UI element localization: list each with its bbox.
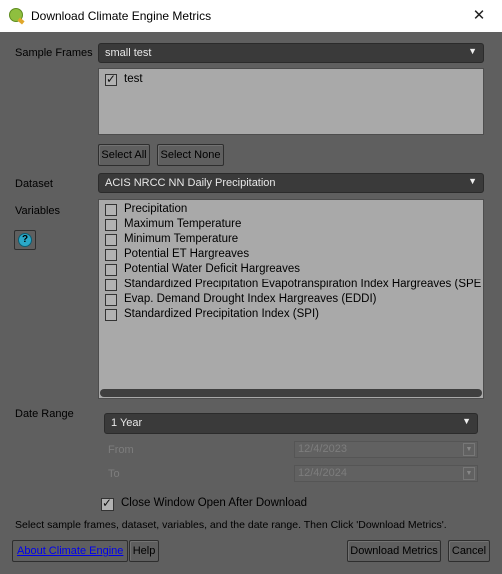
question-mark-icon: ? — [18, 233, 32, 247]
checkbox[interactable] — [105, 204, 117, 216]
variable-label: Potential ET Hargreaves — [124, 248, 250, 260]
close-after-download-option[interactable]: Close Window Open After Download — [101, 496, 401, 513]
date-range-select[interactable]: 1 Year ▼ — [104, 413, 478, 434]
variable-item[interactable]: Maximum Temperature — [105, 218, 483, 234]
chevron-down-icon: ▼ — [463, 467, 475, 480]
checkbox[interactable] — [105, 234, 117, 246]
chevron-down-icon: ▼ — [468, 46, 477, 56]
from-date-value: 12/4/2023 — [298, 443, 347, 455]
variable-label: Maximum Temperature — [124, 218, 242, 230]
date-range-label: Date Range — [15, 408, 74, 420]
close-after-download-label: Close Window Open After Download — [121, 497, 308, 509]
title-bar: Download Climate Engine Metrics ✕ — [0, 0, 502, 32]
chevron-down-icon: ▼ — [468, 176, 477, 186]
dataset-selected: ACIS NRCC NN Daily Precipitation — [105, 177, 276, 189]
chevron-down-icon: ▼ — [462, 416, 471, 426]
help-button[interactable]: Help — [129, 540, 159, 562]
checkbox[interactable] — [105, 72, 117, 86]
window-title: Download Climate Engine Metrics — [31, 9, 212, 23]
variable-item[interactable]: Precipitation — [105, 203, 483, 219]
from-date-field: 12/4/2023 ▼ — [294, 441, 478, 458]
variable-item[interactable]: Standardized Precipitation Evapotranspir… — [105, 279, 483, 294]
to-label: To — [108, 468, 120, 480]
horizontal-scrollbar[interactable] — [100, 389, 482, 397]
cancel-button[interactable]: Cancel — [448, 540, 490, 562]
close-icon[interactable]: ✕ — [456, 0, 502, 32]
sample-frames-selected: small test — [105, 47, 152, 59]
checkbox[interactable] — [105, 264, 117, 276]
checkbox[interactable] — [105, 249, 117, 261]
dataset-select[interactable]: ACIS NRCC NN Daily Precipitation ▼ — [98, 173, 484, 193]
variable-label: Evap. Demand Drought Index Hargreaves (E… — [124, 293, 377, 305]
to-date-field: 12/4/2024 ▼ — [294, 465, 478, 482]
checkbox[interactable] — [105, 294, 117, 306]
variable-item[interactable]: Minimum Temperature — [105, 233, 483, 249]
select-all-button[interactable]: Select All — [98, 144, 150, 166]
help-icon-button[interactable]: ? — [14, 230, 36, 250]
sample-frame-item-label: test — [124, 73, 143, 85]
sample-frames-list[interactable]: test — [98, 68, 484, 135]
variable-item[interactable]: Evap. Demand Drought Index Hargreaves (E… — [105, 293, 483, 309]
variable-label: Standardized Precipitation Index (SPI) — [124, 308, 319, 320]
qgis-logo-icon — [9, 8, 23, 22]
variables-label: Variables — [15, 205, 61, 217]
from-label: From — [108, 444, 134, 456]
to-date-value: 12/4/2024 — [298, 467, 347, 479]
dataset-label: Dataset — [15, 178, 53, 190]
checkbox[interactable] — [105, 309, 117, 321]
checkbox[interactable] — [105, 219, 117, 231]
variables-list[interactable]: Precipitation Maximum Temperature Minimu… — [98, 199, 484, 399]
variable-item[interactable]: Potential ET Hargreaves — [105, 248, 483, 264]
about-climate-engine-link[interactable]: About Climate Engine — [12, 540, 129, 562]
sample-frames-label: Sample Frames — [15, 47, 93, 59]
instructions-text: Select sample frames, dataset, variables… — [15, 519, 447, 531]
variable-label: Standardized Precipitation Evapotranspir… — [124, 279, 482, 290]
variable-item[interactable]: Potential Water Deficit Hargreaves — [105, 263, 483, 279]
variable-label: Minimum Temperature — [124, 233, 239, 245]
select-none-button[interactable]: Select None — [157, 144, 224, 166]
variable-label: Potential Water Deficit Hargreaves — [124, 263, 300, 275]
download-metrics-button[interactable]: Download Metrics — [347, 540, 441, 562]
checkbox[interactable] — [101, 496, 114, 511]
chevron-down-icon: ▼ — [463, 443, 475, 456]
sample-frames-select[interactable]: small test ▼ — [98, 43, 484, 63]
variable-label: Precipitation — [124, 203, 188, 215]
checkbox[interactable] — [105, 279, 117, 291]
date-range-selected: 1 Year — [111, 417, 143, 429]
variable-item[interactable]: Standardized Precipitation Index (SPI) — [105, 308, 483, 324]
